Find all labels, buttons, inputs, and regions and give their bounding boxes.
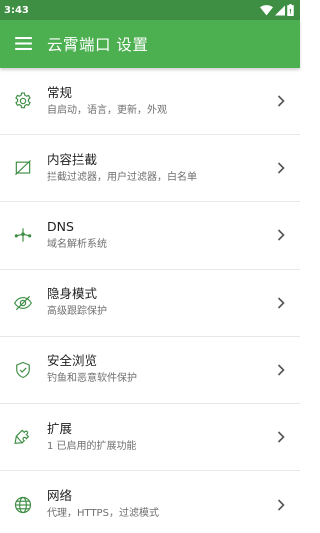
settings-item-title: 扩展	[47, 420, 73, 436]
settings-item-subtitle: 域名解析系统	[47, 238, 107, 250]
settings-item-subtitle: 钓鱼和恶意软件保护	[47, 373, 137, 385]
battery-icon: !	[287, 1, 294, 20]
chevron-right-icon	[266, 162, 296, 174]
chevron-right-icon	[266, 297, 296, 309]
settings-item-title: 安全浏览	[47, 353, 98, 369]
dns-icon	[0, 225, 46, 245]
settings-item-extensions[interactable]: 扩展 1 已启用的扩展功能	[0, 404, 300, 472]
settings-item-dns[interactable]: DNS 域名解析系统	[0, 202, 300, 270]
settings-item-network[interactable]: 网络 代理，HTTPS，过滤模式	[0, 471, 300, 533]
chevron-right-icon	[266, 95, 296, 107]
status-time: 3:43	[4, 4, 29, 16]
settings-item-subtitle: 自启动，语言，更新，外观	[47, 104, 167, 116]
settings-item-stealth-mode[interactable]: 隐身模式 高级跟踪保护	[0, 270, 300, 337]
settings-item-general[interactable]: 常规 自启动，语言，更新，外观	[0, 68, 300, 136]
block-icon	[0, 158, 46, 178]
svg-text:!: !	[289, 7, 292, 15]
chevron-right-icon	[266, 364, 296, 376]
gear-icon	[0, 91, 46, 111]
settings-item-title: 内容拦截	[47, 151, 98, 167]
puzzle-icon	[0, 427, 46, 447]
settings-item-subtitle: 拦截过滤器，用户过滤器，白名单	[47, 171, 197, 183]
wifi-icon	[260, 1, 273, 20]
settings-item-title: 隐身模式	[47, 286, 98, 302]
settings-item-subtitle: 代理，HTTPS，过滤模式	[47, 508, 159, 520]
settings-item-subtitle: 高级跟踪保护	[47, 306, 107, 318]
globe-icon	[0, 495, 46, 515]
settings-item-title: 网络	[47, 488, 73, 504]
status-bar: 3:43 !	[0, 0, 300, 20]
chevron-right-icon	[266, 431, 296, 443]
status-icons: !	[260, 1, 294, 20]
chevron-right-icon	[266, 229, 296, 242]
settings-item-content-blocking[interactable]: 内容拦截 拦截过滤器，用户过滤器，白名单	[0, 135, 300, 203]
eye-off-icon	[0, 293, 46, 313]
settings-list: 常规 自启动，语言，更新，外观 内容拦截 拦截过滤器，用户过滤器，白名单 DNS…	[0, 68, 300, 533]
chevron-right-icon	[266, 499, 296, 511]
settings-item-subtitle: 1 已启用的扩展功能	[47, 440, 137, 452]
settings-item-title: DNS	[47, 218, 74, 234]
hamburger-menu-icon	[14, 35, 32, 54]
settings-item-browsing-security[interactable]: 安全浏览 钓鱼和恶意软件保护	[0, 337, 300, 404]
app-bar: 云霄端口 设置	[0, 20, 300, 68]
page-title: 云霄端口 设置	[47, 36, 149, 54]
shield-check-icon	[0, 360, 46, 380]
signal-icon	[275, 1, 285, 20]
menu-button[interactable]	[1, 20, 45, 68]
settings-item-title: 常规	[47, 84, 73, 100]
